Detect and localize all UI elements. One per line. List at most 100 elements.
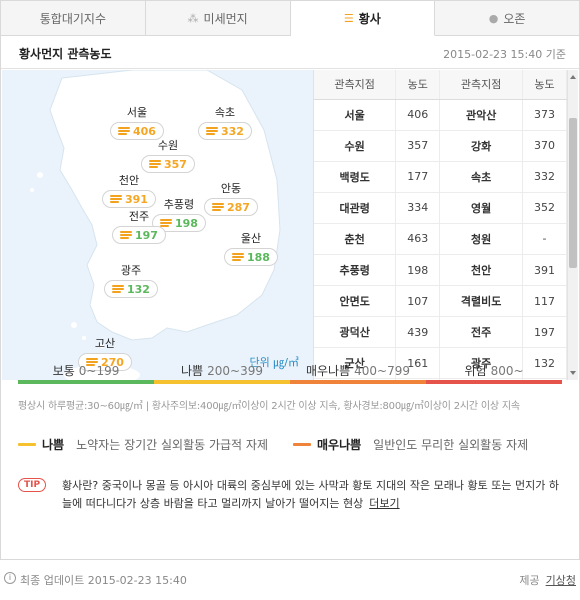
city-name: 울산 — [240, 232, 262, 245]
standard-note: 평상시 하루평균:30~60㎍/㎥ | 황사주의보:400㎍/㎥이상이 2시간 … — [18, 401, 520, 412]
panel-title: 황사먼지 관측농도 — [19, 47, 112, 61]
city-marker[interactable]: 수원 357 — [141, 137, 195, 173]
city-name: 속초 — [214, 106, 236, 119]
site-name-cell: 대관령 — [314, 192, 397, 224]
yellow-dust-icon — [112, 285, 124, 293]
yellow-dust-icon — [212, 203, 224, 211]
table-row: 서울 406 관악산 373 — [314, 99, 567, 131]
city-value-pill: 197 — [112, 226, 166, 244]
scroll-up-arrow-icon[interactable] — [570, 75, 576, 79]
legend-bar — [154, 380, 290, 384]
concentration-cell: 107 — [395, 285, 441, 318]
concentration-cell: 357 — [395, 130, 441, 162]
site-name-cell: 속초 — [439, 161, 524, 193]
korea-map: 서울 406 속초 332 수원 357 천안 391 안동 287 추풍령 198 전주 197 울산 18… — [2, 70, 313, 380]
city-marker[interactable]: 서울 406 — [110, 104, 164, 140]
tab-label: 미세먼지 — [203, 11, 248, 26]
last-updated: 최종 업데이트 2015-02-23 15:40 — [20, 574, 187, 587]
concentration-cell: 370 — [522, 130, 567, 162]
concentration-cell: 352 — [522, 192, 567, 224]
city-value: 198 — [175, 216, 198, 230]
site-name-cell: 강화 — [439, 130, 524, 162]
ozone-icon: ● — [488, 11, 499, 25]
site-name-cell: 광덕산 — [314, 316, 397, 349]
site-name-cell: 관악산 — [439, 99, 524, 131]
alert-dash — [293, 443, 311, 446]
legend-very-bad: 매우나쁨 400~799 — [290, 360, 426, 390]
tab-label: 황사 — [358, 11, 381, 26]
observation-table: 관측지점 농도 관측지점 농도 서울 406 관악산 373 수원 357 강화 370 백령도… — [314, 70, 567, 380]
site-name-cell: 영월 — [439, 192, 524, 224]
city-marker[interactable]: 안동 287 — [204, 180, 258, 216]
table-row: 춘천 463 청원 - — [314, 223, 567, 255]
concentration-cell: 117 — [522, 285, 567, 318]
table-row: 추풍령 198 천안 391 — [314, 254, 567, 287]
city-value: 197 — [135, 228, 158, 242]
concentration-cell: 197 — [522, 316, 567, 349]
concentration-cell: 177 — [395, 161, 441, 193]
city-name: 서울 — [126, 106, 148, 119]
city-value-pill: 391 — [102, 190, 156, 208]
city-marker[interactable]: 전주 197 — [112, 208, 166, 244]
site-name-cell: 격렬비도 — [439, 285, 524, 318]
tab-label: 통합대기지수 — [39, 11, 106, 26]
scroll-thumb[interactable] — [569, 118, 577, 268]
legend-danger: 위험 800~ — [426, 360, 562, 390]
tab-fine-dust[interactable]: ⁂ 미세먼지 — [145, 1, 291, 36]
city-name: 광주 — [120, 264, 142, 277]
data-source: 제공 기상청 — [519, 574, 576, 587]
source-link[interactable]: 기상청 — [546, 574, 576, 587]
city-name: 수원 — [157, 139, 179, 152]
tab-ozone[interactable]: ● 오존 — [435, 1, 579, 36]
table-row: 안면도 107 격렬비도 117 — [314, 285, 567, 318]
yellow-dust-icon — [118, 127, 130, 135]
concentration-cell: 332 — [522, 161, 567, 193]
city-marker[interactable]: 울산 188 — [224, 230, 278, 266]
footer: i 최종 업데이트 2015-02-23 15:40 제공 기상청 — [0, 568, 580, 590]
concentration-cell: 198 — [395, 254, 441, 287]
legend-bad: 나쁨 200~399 — [154, 360, 290, 390]
city-marker[interactable]: 광주 132 — [104, 262, 158, 298]
city-value-pill: 332 — [198, 122, 252, 140]
concentration-cell: 439 — [395, 316, 441, 349]
site-name-cell: 천안 — [439, 254, 524, 287]
info-icon: i — [4, 572, 16, 584]
concentration-cell: 373 — [522, 99, 567, 131]
table-header: 농도 — [522, 70, 567, 100]
site-name-cell: 안면도 — [314, 285, 397, 318]
table-row: 대관령 334 영월 352 — [314, 192, 567, 224]
concentration-cell: 463 — [395, 223, 441, 255]
concentration-cell: 391 — [522, 254, 567, 287]
table-row: 수원 357 강화 370 — [314, 130, 567, 162]
city-marker[interactable]: 속초 332 — [198, 104, 252, 140]
more-link[interactable]: 더보기 — [369, 497, 399, 510]
table-scrollbar[interactable] — [567, 70, 578, 380]
yellow-dust-icon — [110, 195, 122, 203]
legend-normal: 보통 0~199 — [18, 360, 154, 390]
table-header: 관측지점 — [314, 70, 397, 100]
panel-timestamp: 2015-02-23 15:40 기준 — [443, 48, 566, 61]
tip-box: TIP 황사란? 중국이나 몽골 등 아시아 대륙의 중심부에 있는 사막과 황… — [18, 477, 563, 513]
city-value-pill: 188 — [224, 248, 278, 266]
city-value: 332 — [221, 124, 244, 138]
alert-dash — [18, 443, 36, 446]
legend-bar — [426, 380, 562, 384]
legend-bar — [18, 380, 154, 384]
scroll-down-arrow-icon[interactable] — [570, 371, 576, 375]
city-marker[interactable]: 천안 391 — [102, 172, 156, 208]
tip-badge: TIP — [18, 478, 46, 492]
city-value: 287 — [227, 200, 250, 214]
table-row: 광덕산 439 전주 197 — [314, 316, 567, 349]
site-name-cell: 백령도 — [314, 161, 397, 193]
tab-integrated-index[interactable]: 통합대기지수 — [1, 1, 146, 36]
tab-yellow-dust[interactable]: ☰ 황사 — [290, 1, 436, 36]
alert-bad: 나쁨 노약자는 장기간 실외활동 가급적 자제 — [18, 436, 268, 453]
concentration-cell: - — [522, 223, 567, 255]
city-name: 전주 — [128, 210, 150, 223]
concentration-cell: 406 — [395, 99, 441, 131]
city-value: 132 — [127, 282, 150, 296]
yellow-dust-icon — [120, 231, 132, 239]
tab-label: 오존 — [503, 11, 526, 26]
site-name-cell: 춘천 — [314, 223, 397, 255]
city-value-pill: 287 — [204, 198, 258, 216]
